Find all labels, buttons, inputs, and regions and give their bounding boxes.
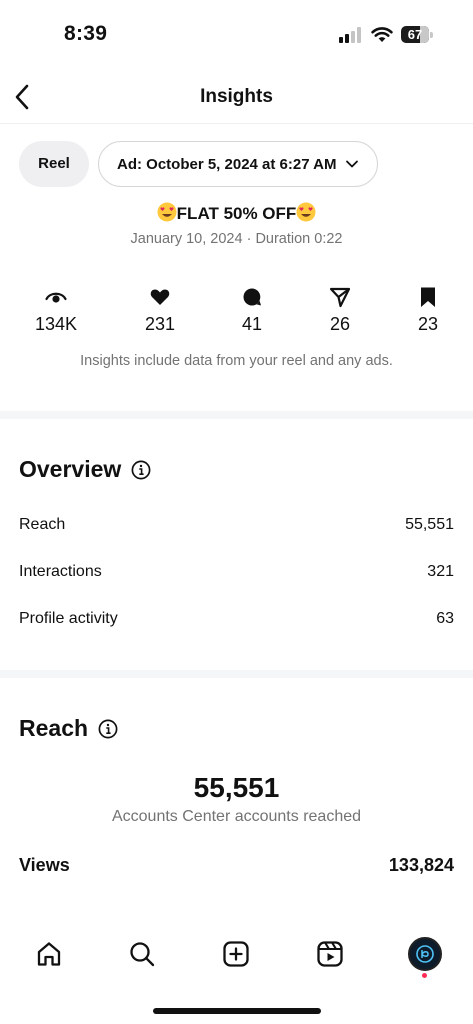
row-label: Reach: [19, 516, 66, 533]
post-date-duration: January 10, 2024 · Duration 0:22: [130, 231, 343, 247]
home-icon: [37, 942, 61, 966]
wifi-icon: [371, 27, 393, 42]
ad-date-dropdown[interactable]: Ad: October 5, 2024 at 6:27 AM: [98, 141, 378, 187]
post-title: FLAT 50% OFF: [176, 204, 297, 223]
overview-title: Overview: [19, 456, 122, 482]
metrics-row: 134K 231 41 26 23: [0, 286, 473, 346]
tab-profile[interactable]: [405, 934, 445, 974]
metric-value: 134K: [34, 314, 78, 334]
reach-heading: Reach: [19, 715, 118, 742]
overview-row-profile-activity[interactable]: Profile activity 63: [19, 610, 454, 628]
reel-filter-chip[interactable]: Reel: [19, 141, 89, 187]
row-value: 63: [436, 610, 454, 627]
section-divider: [0, 411, 473, 419]
metric-value: 26: [329, 314, 351, 334]
heart-eyes-emoji-icon: [296, 202, 316, 222]
shares-metric: 26: [300, 286, 380, 335]
info-icon[interactable]: [98, 719, 118, 739]
create-icon: [223, 941, 249, 967]
reach-title: Reach: [19, 715, 89, 741]
row-value: 133,824: [388, 855, 454, 875]
views-row[interactable]: Views 133,824: [19, 855, 454, 876]
page-title: Insights: [200, 86, 273, 107]
status-time: 8:39: [64, 22, 108, 45]
row-label: Interactions: [19, 563, 102, 580]
overview-row-interactions[interactable]: Interactions 321: [19, 563, 454, 581]
overview-heading: Overview: [19, 456, 151, 483]
status-bar: 8:39 67: [0, 0, 473, 66]
tab-search[interactable]: [122, 934, 162, 974]
reach-caption: Accounts Center accounts reached: [111, 808, 362, 825]
heart-icon: [150, 289, 170, 305]
tab-create[interactable]: [216, 934, 256, 974]
views-metric: 134K: [16, 286, 96, 335]
row-value: 55,551: [405, 516, 454, 533]
cellular-signal-icon: [339, 27, 361, 43]
search-icon: [130, 942, 155, 967]
comment-icon: [243, 288, 261, 306]
info-icon[interactable]: [131, 460, 151, 480]
row-label: Profile activity: [19, 610, 118, 627]
bookmark-icon: [421, 287, 435, 307]
heart-eyes-emoji-icon: [157, 202, 177, 222]
share-icon: [329, 287, 351, 308]
saves-metric: 23: [388, 286, 468, 335]
likes-metric: 231: [120, 286, 200, 335]
chevron-down-icon: [345, 160, 358, 168]
profile-avatar: [408, 937, 442, 971]
row-label: Views: [19, 855, 70, 875]
header: Insights: [0, 72, 473, 124]
overview-row-reach[interactable]: Reach 55,551: [19, 516, 454, 534]
reels-icon: [317, 941, 343, 967]
ad-date-label: Ad: October 5, 2024 at 6:27 AM: [117, 155, 337, 173]
metric-value: 231: [144, 314, 176, 334]
notification-dot: [422, 973, 427, 978]
eye-icon: [45, 292, 67, 303]
battery-percent: 67: [407, 27, 423, 42]
metrics-note: Insights include data from your reel and…: [80, 353, 393, 369]
bottom-tab-bar: [0, 922, 473, 988]
comments-metric: 41: [212, 286, 292, 335]
section-divider: [0, 670, 473, 678]
tab-reels[interactable]: [310, 934, 350, 974]
metric-value: 41: [241, 314, 263, 334]
row-value: 321: [427, 563, 454, 580]
post-title-row: FLAT 50% OFF: [0, 202, 473, 224]
reach-total: 55,551: [193, 772, 280, 803]
home-indicator: [153, 1008, 321, 1014]
metric-value: 23: [417, 314, 439, 334]
tab-home[interactable]: [29, 934, 69, 974]
profile-logo-icon: [416, 945, 434, 963]
battery-icon: 67: [401, 26, 433, 43]
